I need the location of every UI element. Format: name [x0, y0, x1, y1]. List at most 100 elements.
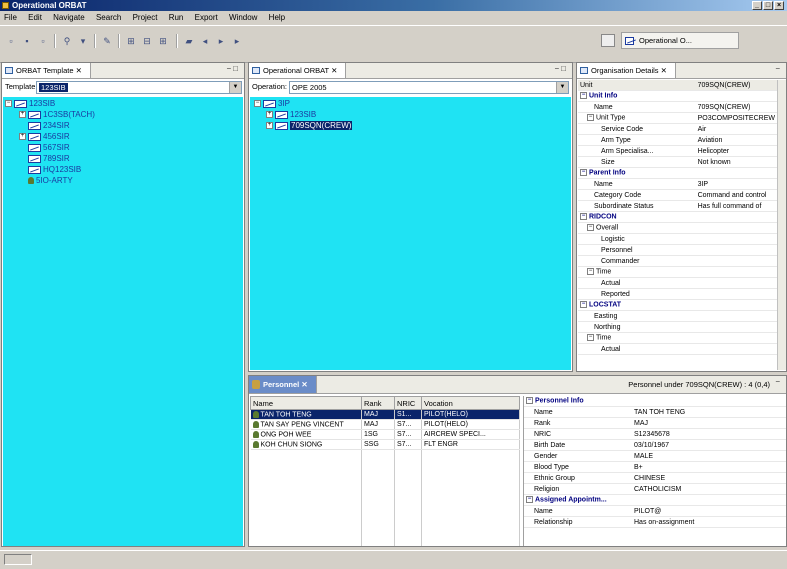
property-section[interactable]: − Personnel Info: [524, 396, 786, 407]
property-section[interactable]: − Unit Info: [578, 90, 777, 102]
collapse-icon[interactable]: −: [587, 334, 594, 342]
menu-search[interactable]: Search: [96, 13, 121, 22]
maximize-button[interactable]: □: [763, 1, 773, 10]
property-row[interactable]: Birth Date 03/10/1967: [524, 439, 786, 451]
chevron-down-icon[interactable]: ▼: [229, 82, 241, 93]
property-row[interactable]: − Time: [578, 332, 777, 344]
property-row[interactable]: Name 709SQN(CREW): [578, 101, 777, 113]
column-header-name[interactable]: Name: [250, 396, 362, 410]
collapse-icon[interactable]: −: [580, 169, 587, 177]
property-row[interactable]: Arm Type Aviation: [578, 134, 777, 146]
property-row[interactable]: Subordinate Status Has full command of: [578, 200, 777, 212]
tab-organisation-details[interactable]: Organisation Details ✕: [577, 63, 676, 78]
menu-navigate[interactable]: Navigate: [53, 13, 85, 22]
collapse-icon[interactable]: −: [587, 268, 594, 276]
new-icon[interactable]: ▫: [4, 34, 18, 48]
tool-icon[interactable]: ⊞: [156, 34, 170, 48]
property-row[interactable]: Actual: [578, 343, 777, 355]
tree-node[interactable]: +456SIR: [19, 132, 70, 141]
column-header-rank[interactable]: Rank: [361, 396, 395, 410]
property-row[interactable]: Northing: [578, 321, 777, 333]
expand-icon[interactable]: +: [19, 133, 26, 141]
print-icon[interactable]: ▫: [36, 34, 50, 48]
table-row[interactable]: TAN SAY PENG VINCENT MAJ S7... PILOT(HEL…: [250, 419, 520, 430]
property-row[interactable]: Category Code Command and control: [578, 189, 777, 201]
edit-icon[interactable]: ✎: [100, 34, 114, 48]
property-row[interactable]: NRIC S12345678: [524, 428, 786, 440]
menu-export[interactable]: Export: [195, 13, 218, 22]
minimize-icon[interactable]: −: [775, 377, 782, 386]
menu-file[interactable]: File: [4, 13, 17, 22]
collapse-icon[interactable]: −: [526, 397, 533, 405]
tree-node[interactable]: +709SQN(CREW): [266, 121, 353, 130]
close-tab-icon[interactable]: ✕: [331, 66, 337, 75]
property-row[interactable]: Actual: [578, 277, 777, 289]
property-row[interactable]: Easting: [578, 310, 777, 322]
chevron-down-icon[interactable]: ▼: [556, 82, 568, 93]
minimize-maximize-icons[interactable]: −□: [226, 64, 240, 73]
tree-node[interactable]: +123SIB: [266, 110, 316, 119]
table-row[interactable]: KOH CHUN SIONG SSG S7... FLT ENGR: [250, 439, 520, 450]
property-row[interactable]: − Time: [578, 266, 777, 278]
menu-project[interactable]: Project: [133, 13, 158, 22]
property-row[interactable]: Name PILOT@: [524, 505, 786, 517]
property-row[interactable]: Ethnic Group CHINESE: [524, 472, 786, 484]
property-row[interactable]: − Unit Type PO3COMPOSITECREW: [578, 112, 777, 124]
property-row[interactable]: Personnel: [578, 244, 777, 256]
tree-node[interactable]: −3IP: [254, 99, 290, 108]
tool-icon[interactable]: ⊟: [140, 34, 154, 48]
search-icon[interactable]: ⚲: [60, 34, 74, 48]
tree-node[interactable]: 789SIR: [28, 154, 70, 163]
tab-personnel[interactable]: Personnel ✕: [249, 376, 317, 393]
open-perspective-icon[interactable]: [601, 34, 615, 47]
tree-node[interactable]: −123SIB: [5, 99, 55, 108]
table-row[interactable]: TAN TOH TENG MAJ S1... PILOT(HELO): [250, 409, 520, 420]
column-header-vocation[interactable]: Vocation: [421, 396, 520, 410]
save-icon[interactable]: ▪: [20, 34, 34, 48]
property-row[interactable]: Religion CATHOLICISM: [524, 483, 786, 495]
menu-edit[interactable]: Edit: [28, 13, 42, 22]
close-button[interactable]: ×: [774, 1, 784, 10]
expand-icon[interactable]: +: [19, 111, 26, 119]
collapse-icon[interactable]: −: [254, 100, 261, 108]
property-section[interactable]: − Parent Info: [578, 167, 777, 179]
property-row[interactable]: Gender MALE: [524, 450, 786, 462]
forward-icon[interactable]: ▸: [230, 34, 244, 48]
template-select[interactable]: 123SIB ▼: [36, 81, 242, 94]
collapse-icon[interactable]: −: [5, 100, 12, 108]
minimize-button[interactable]: _: [752, 1, 762, 10]
property-row[interactable]: Logistic: [578, 233, 777, 245]
property-section[interactable]: − Assigned Appointm...: [524, 494, 786, 506]
column-header-nric[interactable]: NRIC: [394, 396, 422, 410]
property-row[interactable]: Arm Specialisa... Helicopter: [578, 145, 777, 157]
operation-select[interactable]: OPE 2005 ▼: [289, 81, 569, 94]
property-row[interactable]: Rank MAJ: [524, 417, 786, 429]
collapse-icon[interactable]: −: [526, 496, 533, 504]
property-row[interactable]: Name TAN TOH TENG: [524, 406, 786, 418]
tree-node[interactable]: +1C3SB(TACH): [19, 110, 95, 119]
folder-icon[interactable]: ▰: [182, 34, 196, 48]
close-tab-icon[interactable]: ✕: [301, 380, 307, 389]
property-section[interactable]: − RIDCON: [578, 211, 777, 223]
collapse-icon[interactable]: −: [587, 114, 594, 122]
expand-icon[interactable]: +: [266, 122, 273, 130]
menu-window[interactable]: Window: [229, 13, 257, 22]
forward-icon[interactable]: ▸: [214, 34, 228, 48]
collapse-icon[interactable]: −: [580, 213, 587, 221]
property-row[interactable]: Service Code Air: [578, 123, 777, 135]
property-row[interactable]: Relationship Has on-assignment: [524, 516, 786, 528]
tab-orbat-template[interactable]: ORBAT Template ✕: [2, 63, 91, 78]
tree-node[interactable]: 567SIR: [28, 143, 70, 152]
tree-node[interactable]: 5IO-ARTY: [28, 176, 73, 185]
menu-run[interactable]: Run: [169, 13, 184, 22]
collapse-icon[interactable]: −: [580, 301, 587, 309]
back-icon[interactable]: ◂: [198, 34, 212, 48]
property-row[interactable]: Blood Type B+: [524, 461, 786, 473]
close-tab-icon[interactable]: ✕: [661, 66, 667, 75]
expand-icon[interactable]: +: [266, 111, 273, 119]
menu-help[interactable]: Help: [269, 13, 285, 22]
dropdown-icon[interactable]: ▾: [76, 34, 90, 48]
property-row[interactable]: Commander: [578, 255, 777, 267]
tree-node[interactable]: 234SIR: [28, 121, 70, 130]
collapse-icon[interactable]: −: [580, 92, 587, 100]
